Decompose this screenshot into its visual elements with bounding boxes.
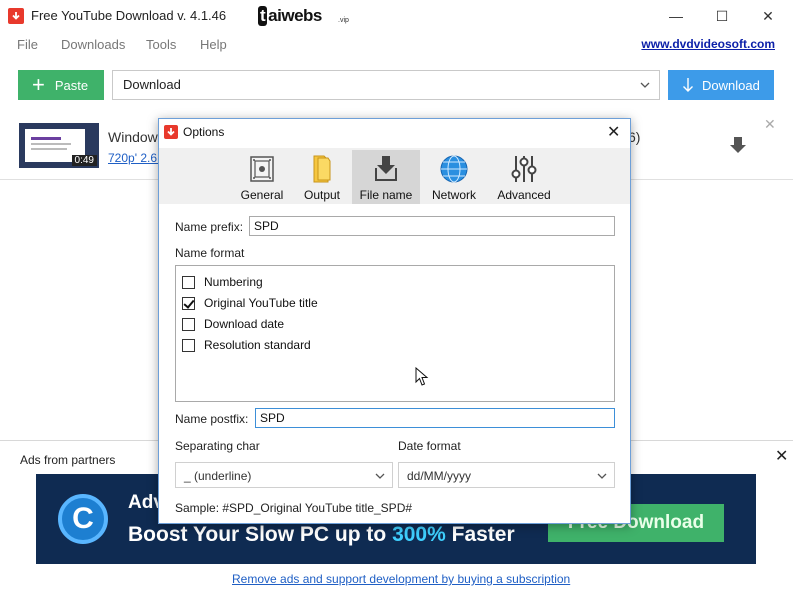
dialog-title: Options xyxy=(183,125,225,139)
separating-char-select[interactable]: _ (underline) xyxy=(175,462,393,488)
tab-file-name[interactable]: File name xyxy=(352,150,420,204)
chevron-down-icon xyxy=(597,473,607,479)
banner-line2: Boost Your Slow PC up to 300% Faster xyxy=(128,523,515,546)
ads-close-icon[interactable]: ✕ xyxy=(775,446,788,466)
app-icon xyxy=(8,8,24,24)
numbering-checkbox[interactable] xyxy=(182,275,195,289)
video-title: Windows xyxy=(108,129,165,145)
toolbar: + Paste Download Download xyxy=(0,64,793,104)
minimize-button[interactable]: — xyxy=(653,0,699,32)
resolution-standard-checkbox[interactable] xyxy=(182,338,195,352)
sample-text: Sample: #SPD_Original YouTube title_SPD# xyxy=(175,501,413,515)
text-cursor-icon xyxy=(415,367,429,386)
separating-char-label: Separating char xyxy=(175,439,260,453)
menu-tools[interactable]: Tools xyxy=(146,37,176,52)
mode-value: Download xyxy=(123,77,181,92)
download-arrow-icon[interactable] xyxy=(728,134,748,156)
name-postfix-label: Name postfix: xyxy=(175,412,249,426)
option-download-date[interactable]: Download date xyxy=(182,316,284,332)
tab-general-label: General xyxy=(240,188,284,202)
menu-help[interactable]: Help xyxy=(200,37,227,52)
chevron-down-icon xyxy=(640,82,650,88)
tab-advanced-label: Advanced xyxy=(497,188,551,202)
menu-bar: File Downloads Tools Help www.dvdvideoso… xyxy=(0,34,793,56)
video-thumbnail: 0:49 xyxy=(19,123,99,168)
file-download-icon xyxy=(375,156,397,181)
window-title: Free YouTube Download v. 4.1.46 xyxy=(31,8,227,23)
mode-select[interactable]: Download xyxy=(112,70,660,100)
name-format-list: Numbering Original YouTube title Downloa… xyxy=(175,265,615,402)
tab-network-label: Network xyxy=(431,188,476,202)
remove-ads-link[interactable]: Remove ads and support development by bu… xyxy=(232,572,570,586)
name-postfix-input[interactable]: SPD xyxy=(255,408,615,428)
maximize-button[interactable]: ☐ xyxy=(699,0,745,32)
date-format-label: Date format xyxy=(398,439,461,453)
tab-network[interactable]: Network xyxy=(425,150,483,204)
tab-output-label: Output xyxy=(303,188,341,202)
chevron-down-icon xyxy=(375,473,385,479)
separating-char-value: _ (underline) xyxy=(184,469,252,483)
plus-icon: + xyxy=(32,72,45,97)
original-title-label: Original YouTube title xyxy=(204,296,318,310)
option-original-title[interactable]: Original YouTube title xyxy=(182,295,318,311)
date-format-select[interactable]: dd/MM/yyyy xyxy=(398,462,615,488)
menu-file[interactable]: File xyxy=(17,37,38,52)
download-date-checkbox[interactable] xyxy=(182,317,195,331)
option-resolution-standard[interactable]: Resolution standard xyxy=(182,337,311,353)
brand-logo: t aiwebs .vip xyxy=(258,6,349,26)
advanced-systemcare-logo-icon: C xyxy=(58,494,108,544)
brand-suffix: .vip xyxy=(338,17,349,24)
folder-icon xyxy=(313,155,331,183)
site-link[interactable]: www.dvdvideosoft.com xyxy=(641,37,775,51)
ads-title: Ads from partners xyxy=(20,453,116,467)
numbering-label: Numbering xyxy=(204,275,263,289)
paste-button[interactable]: + Paste xyxy=(18,70,104,100)
tab-output[interactable]: Output xyxy=(297,150,347,204)
tab-file-name-label: File name xyxy=(359,188,413,202)
download-button[interactable]: Download xyxy=(668,70,774,100)
dialog-close-icon[interactable]: ✕ xyxy=(607,122,620,142)
name-format-label: Name format xyxy=(175,246,245,260)
arrow-down-icon xyxy=(683,78,693,92)
paste-label: Paste xyxy=(54,77,89,93)
globe-icon xyxy=(440,155,468,183)
tab-general[interactable]: General xyxy=(237,150,287,204)
close-button[interactable]: ✕ xyxy=(745,0,791,32)
title-bar: Free YouTube Download v. 4.1.46 t aiwebs … xyxy=(0,0,793,32)
option-numbering[interactable]: Numbering xyxy=(182,274,263,290)
download-label: Download xyxy=(702,77,760,93)
date-format-value: dd/MM/yyyy xyxy=(407,469,472,483)
original-title-checkbox[interactable] xyxy=(182,296,195,310)
sliders-icon xyxy=(511,156,537,182)
tab-advanced[interactable]: Advanced xyxy=(491,150,557,204)
options-dialog: Options ✕ General Output File name Netwo… xyxy=(158,118,631,524)
download-date-label: Download date xyxy=(204,317,285,331)
dialog-title-bar: Options ✕ xyxy=(159,119,630,145)
resolution-standard-label: Resolution standard xyxy=(204,338,311,352)
remove-item-icon[interactable]: ✕ xyxy=(764,116,776,133)
name-prefix-label: Name prefix: xyxy=(175,220,244,234)
duration-badge: 0:49 xyxy=(71,155,97,166)
name-prefix-input[interactable]: SPD xyxy=(249,216,615,236)
general-icon xyxy=(250,156,274,182)
dialog-app-icon xyxy=(164,125,178,139)
menu-downloads[interactable]: Downloads xyxy=(61,37,125,52)
